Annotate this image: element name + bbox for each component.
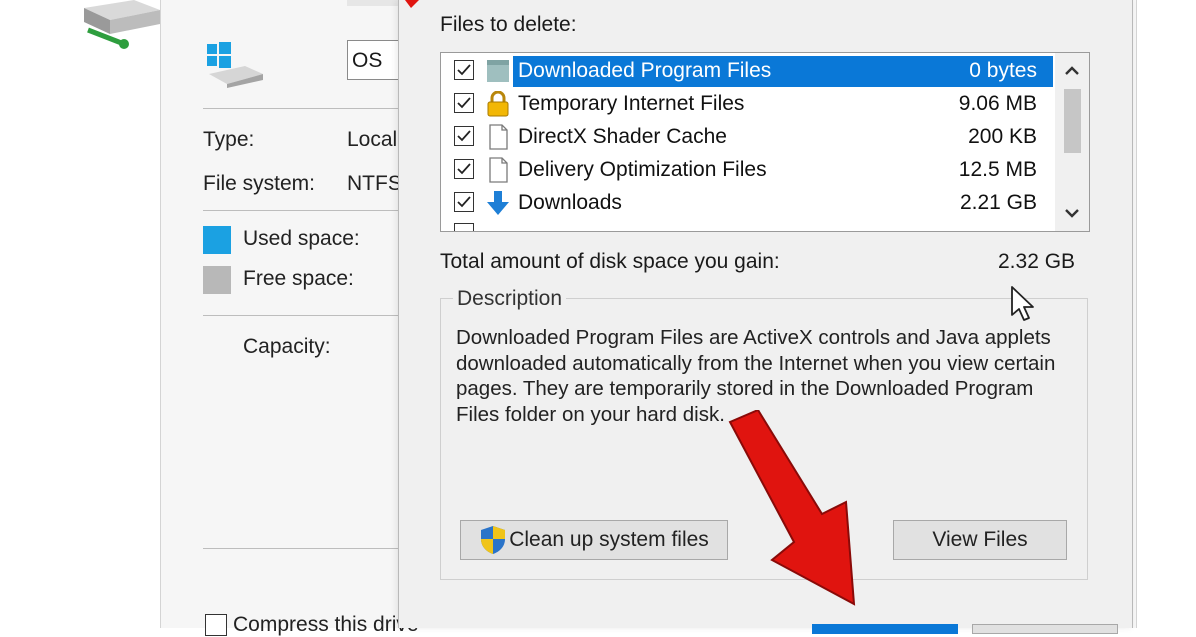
- used-space-label: Used space:: [243, 227, 360, 250]
- list-item[interactable]: Temporary Internet Files 9.06 MB: [441, 88, 1053, 121]
- filesystem-value: NTFS: [347, 172, 402, 195]
- scroll-up-button[interactable]: [1055, 57, 1089, 83]
- files-to-delete-list[interactable]: Downloaded Program Files 0 bytes Temporary…: [440, 52, 1090, 232]
- checkmark-icon: [457, 130, 471, 142]
- checkmark-icon: [457, 64, 471, 76]
- divider: [203, 548, 401, 549]
- download-arrow-icon: [485, 190, 511, 216]
- item-size: 200 KB: [968, 125, 1037, 148]
- item-size: 9.06 MB: [958, 92, 1037, 115]
- total-gain-value: 2.32 GB: [998, 250, 1076, 273]
- free-space-swatch: [203, 266, 231, 294]
- view-files-label: View Files: [932, 528, 1028, 551]
- shield-icon: [481, 526, 506, 554]
- list-item[interactable]: DirectX Shader Cache 200 KB: [441, 121, 1053, 154]
- used-space-swatch: [203, 226, 231, 254]
- item-checkbox[interactable]: [454, 192, 474, 212]
- list-item-peek: [454, 223, 474, 231]
- annotation-arrow-icon: [405, 0, 419, 8]
- compress-label: Compress this drive: [233, 613, 419, 636]
- clean-up-system-files-button[interactable]: Clean up system files: [460, 520, 728, 560]
- item-size: 2.21 GB: [959, 191, 1037, 214]
- lock-icon: [485, 90, 511, 117]
- divider: [203, 315, 401, 316]
- ok-button[interactable]: [812, 624, 958, 634]
- divider: [203, 108, 401, 109]
- drive-icon: [84, 0, 160, 49]
- item-checkbox[interactable]: [454, 60, 474, 80]
- mouse-pointer-icon: [1011, 286, 1034, 321]
- view-files-button[interactable]: View Files: [893, 520, 1067, 560]
- compress-checkbox[interactable]: [205, 614, 227, 636]
- item-name: Delivery Optimization Files: [518, 158, 767, 181]
- cancel-button[interactable]: [972, 624, 1118, 634]
- file-icon: [485, 124, 511, 150]
- os-drive-icon: [207, 42, 263, 88]
- drive-label-value: OS: [352, 49, 383, 72]
- list-item[interactable]: Delivery Optimization Files 12.5 MB: [441, 154, 1053, 187]
- description-title: Description: [453, 287, 567, 311]
- item-checkbox[interactable]: [454, 126, 474, 146]
- divider: [203, 210, 401, 211]
- free-space-label: Free space:: [243, 267, 354, 290]
- clean-up-system-files-label: Clean up system files: [509, 528, 709, 551]
- checkmark-icon: [457, 97, 471, 109]
- item-checkbox[interactable]: [454, 93, 474, 113]
- item-checkbox[interactable]: [454, 159, 474, 179]
- list-item[interactable]: Downloaded Program Files 0 bytes: [441, 55, 1053, 88]
- type-label: Type:: [203, 128, 255, 151]
- folder-icon: [485, 58, 511, 84]
- file-icon: [485, 157, 511, 183]
- capacity-label: Capacity:: [243, 335, 331, 358]
- scroll-down-button[interactable]: [1055, 201, 1089, 227]
- item-name: Temporary Internet Files: [518, 92, 745, 115]
- chevron-up-icon: [1065, 66, 1079, 75]
- item-size: 12.5 MB: [958, 158, 1037, 181]
- chevron-down-icon: [1065, 209, 1079, 218]
- item-name: Downloaded Program Files: [518, 59, 772, 82]
- list-item[interactable]: Downloads 2.21 GB: [441, 187, 1053, 220]
- list-scrollbar[interactable]: [1055, 53, 1089, 231]
- checkmark-icon: [457, 163, 471, 175]
- item-name: Downloads: [518, 191, 622, 214]
- checkmark-icon: [457, 196, 471, 208]
- type-value: Local: [347, 128, 398, 151]
- total-gain-label: Total amount of disk space you gain:: [440, 250, 780, 273]
- annotation-arrow-icon: [728, 410, 856, 606]
- filesystem-label: File system:: [203, 172, 316, 195]
- item-name: DirectX Shader Cache: [518, 125, 727, 148]
- scroll-thumb[interactable]: [1064, 89, 1081, 153]
- files-to-delete-label: Files to delete:: [440, 13, 577, 36]
- item-size: 0 bytes: [969, 59, 1037, 82]
